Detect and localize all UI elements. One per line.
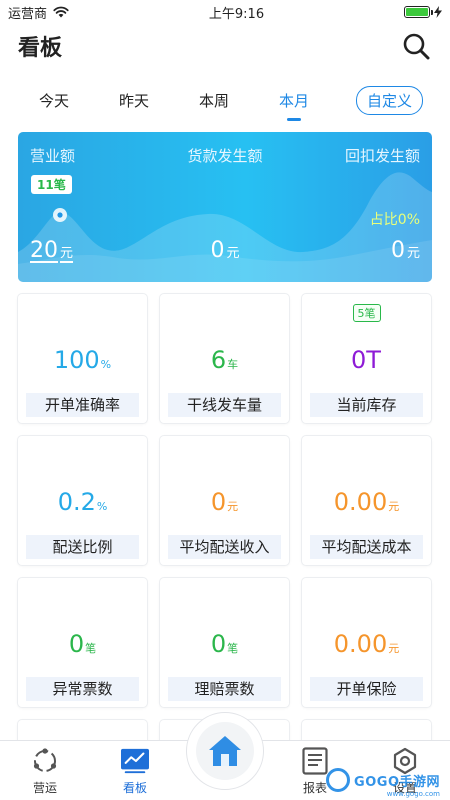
rebate-value: 0元 — [390, 238, 420, 263]
metric-card-avg-delivery-cost[interactable]: 0.00元 平均配送成本 — [302, 436, 431, 565]
summary-card[interactable]: 营业额 货款发生额 回扣发生额 11笔 占比0% 20 元 0元 0元 — [18, 132, 432, 282]
wifi-icon — [53, 6, 69, 18]
watermark-url: www.gogo.com — [386, 790, 440, 798]
date-range-tabs: 今天 昨天 本周 本月 自定义 — [0, 68, 450, 132]
tabbar-item-dashboard[interactable]: 看板 — [100, 747, 170, 796]
search-icon — [403, 33, 430, 60]
home-icon — [209, 736, 241, 766]
revenue-value[interactable]: 20 元 — [30, 238, 73, 263]
operations-icon — [31, 747, 59, 775]
home-button[interactable] — [186, 712, 264, 790]
metric-card-billing-insurance[interactable]: 0.00元 开单保险 — [302, 578, 431, 707]
metric-label: 理赔票数 — [168, 677, 281, 701]
carrier-name: 运营商 — [8, 6, 48, 22]
metric-value: 0.2% — [57, 488, 108, 516]
metric-card-delivery-ratio[interactable]: 0.2% 配送比例 — [18, 436, 147, 565]
custom-range-button[interactable]: 自定义 — [356, 85, 424, 115]
payment-value: 0元 — [210, 238, 240, 263]
rebate-ratio-text: 占比0% — [369, 212, 420, 228]
metric-card-avg-delivery-income[interactable]: 0元 平均配送收入 — [160, 436, 289, 565]
page-title: 看板 — [18, 36, 63, 61]
metric-label: 当前库存 — [310, 393, 423, 417]
metric-card-partial[interactable] — [18, 720, 147, 741]
status-left: 运营商 — [8, 3, 69, 22]
tabbar-label: 营运 — [32, 781, 57, 795]
metric-value: 0笔 — [68, 630, 97, 658]
summary-label-revenue: 营业额 — [30, 147, 76, 165]
metric-label: 平均配送收入 — [168, 535, 281, 559]
metric-card-current-stock[interactable]: 5笔 0T 当前库存 — [302, 294, 431, 423]
metric-label: 平均配送成本 — [310, 535, 423, 559]
summary-label-rebate: 回扣发生额 — [344, 147, 420, 165]
metric-card-trunk-departures[interactable]: 6车 干线发车量 — [160, 294, 289, 423]
battery-icon — [404, 6, 433, 18]
metrics-grid: 100% 开单准确率 6车 干线发车量 5笔 0T 当前库存 0.2% 配送比例… — [18, 294, 432, 741]
watermark: GOGO手游网 www.gogo.com — [326, 768, 440, 798]
watermark-brand: GOGO手游网 — [354, 774, 440, 790]
metric-value: 6车 — [210, 346, 239, 374]
metric-label: 配送比例 — [26, 535, 139, 559]
status-time: 上午9:16 — [208, 6, 265, 22]
metric-value: 0笔 — [210, 630, 239, 658]
metric-value: 0T — [351, 346, 381, 374]
metric-label: 异常票数 — [26, 677, 139, 701]
status-bar: 运营商 上午9:16 — [0, 0, 450, 24]
dashboard-content[interactable]: 营业额 货款发生额 回扣发生额 11笔 占比0% 20 元 0元 0元 100% … — [0, 132, 450, 741]
dashboard-icon — [121, 747, 149, 775]
metric-card-partial[interactable] — [302, 720, 431, 741]
status-right — [404, 6, 442, 18]
metric-card-claim-tickets[interactable]: 0笔 理赔票数 — [160, 578, 289, 707]
tabbar-item-operations[interactable]: 营运 — [10, 747, 80, 796]
tab-today[interactable]: 今天 — [14, 84, 94, 117]
metric-value: 0.00元 — [333, 488, 400, 516]
revenue-count-badge: 11笔 — [31, 175, 72, 194]
metric-label: 干线发车量 — [168, 393, 281, 417]
tab-this-month[interactable]: 本月 — [254, 84, 334, 117]
tabbar-label: 报表 — [302, 781, 327, 795]
metric-label: 开单保险 — [310, 677, 423, 701]
metric-value: 0.00元 — [333, 630, 400, 658]
stock-count-badge: 5笔 — [352, 304, 381, 322]
metric-value: 0元 — [210, 488, 239, 516]
metric-card-exception-tickets[interactable]: 0笔 异常票数 — [18, 578, 147, 707]
watermark-logo-icon — [326, 768, 351, 792]
tabbar-label: 看板 — [122, 781, 147, 795]
nav-bar: 看板 — [0, 24, 450, 68]
tab-yesterday[interactable]: 昨天 — [94, 84, 174, 117]
summary-label-payment: 货款发生额 — [187, 147, 263, 165]
metric-card-billing-accuracy[interactable]: 100% 开单准确率 — [18, 294, 147, 423]
search-button[interactable] — [400, 30, 432, 62]
metric-value: 100% — [53, 346, 112, 374]
charging-icon — [434, 6, 442, 18]
tab-this-week[interactable]: 本周 — [174, 84, 254, 117]
report-icon — [301, 747, 329, 775]
metric-label: 开单准确率 — [26, 393, 139, 417]
